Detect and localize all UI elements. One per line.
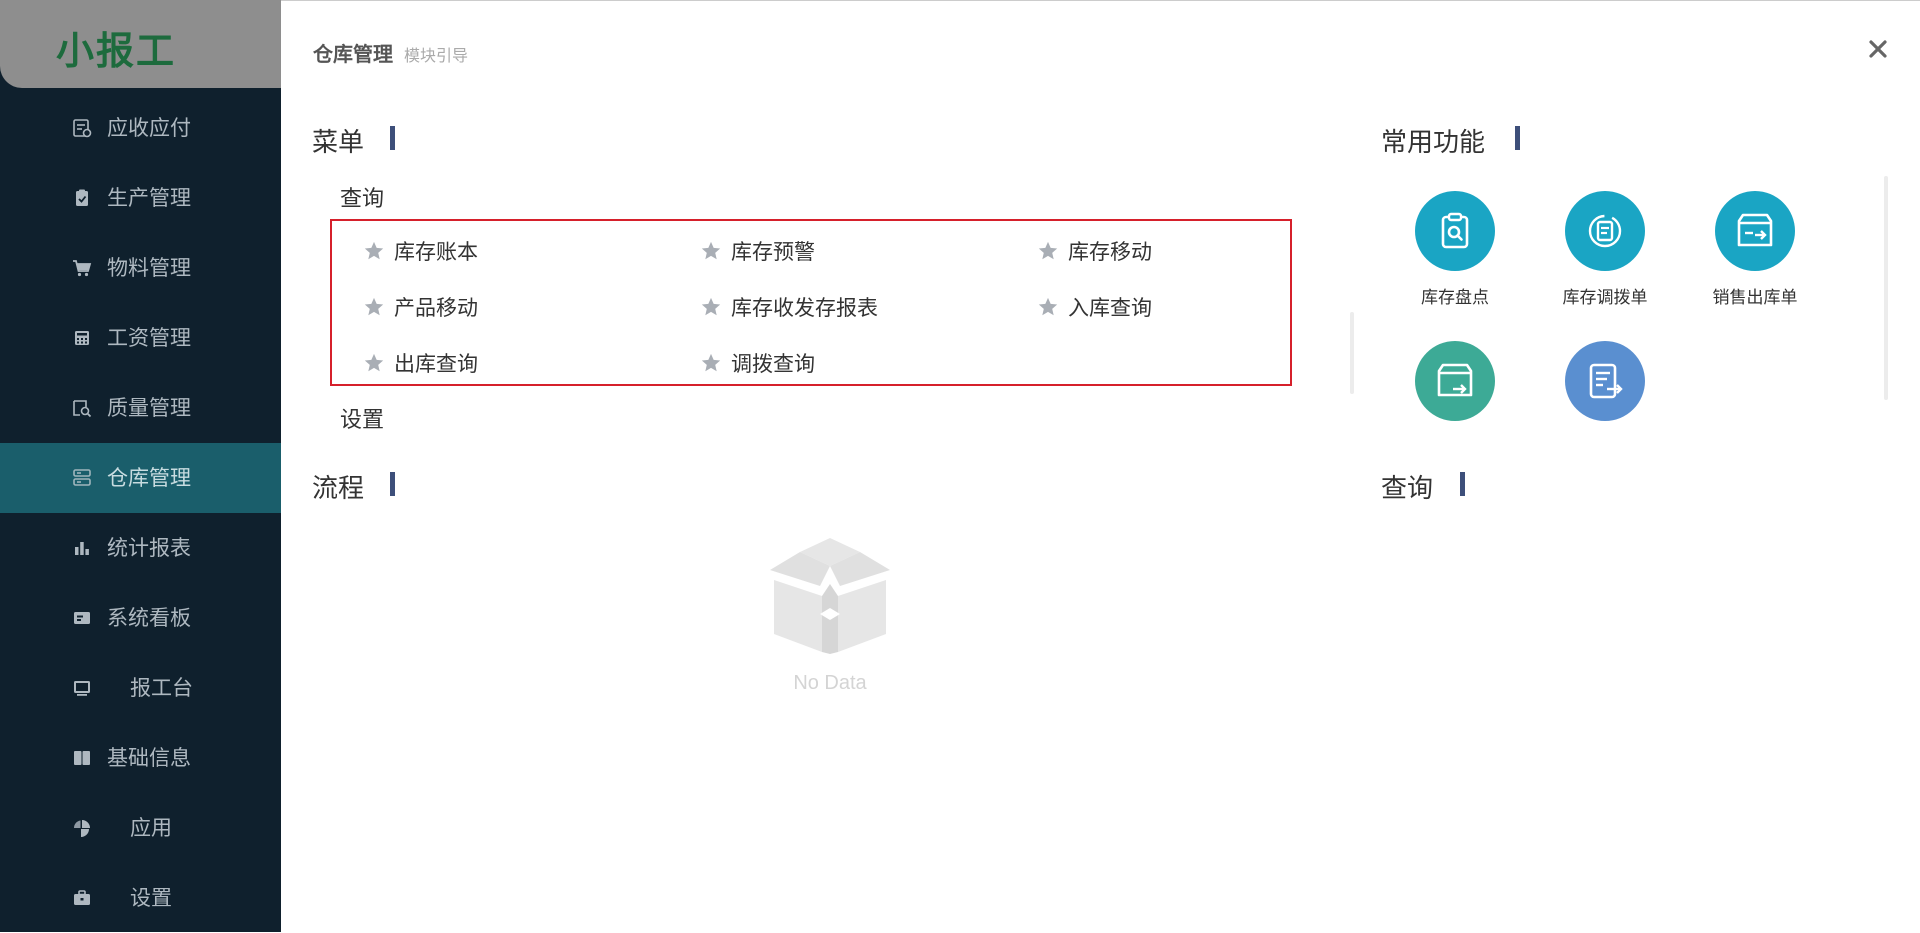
menu-item-transfer-query[interactable]: 调拨查询 xyxy=(700,348,815,378)
sidebar-item-label: 应用 xyxy=(130,816,172,840)
common-section-title: 常用功能 xyxy=(1381,128,1486,158)
sidebar-item-label: 报工台 xyxy=(130,676,193,700)
menu-item-label: 库存移动 xyxy=(1068,240,1152,264)
apps-icon xyxy=(73,820,90,837)
sidebar-item-warehouse[interactable]: 仓库管理 xyxy=(0,443,281,513)
menu-item-label: 出库查询 xyxy=(394,352,478,376)
menu-item-label: 库存账本 xyxy=(394,240,478,264)
sidebar-item-label: 生产管理 xyxy=(107,186,191,210)
logo-area[interactable]: 小报工 xyxy=(0,0,281,88)
inspection-icon xyxy=(73,400,92,418)
section-bar xyxy=(390,472,395,496)
sidebar-item-reports[interactable]: 统计报表 xyxy=(0,513,281,583)
page-title: 仓库管理 xyxy=(313,42,393,66)
settings-group-label: 设置 xyxy=(340,408,385,433)
sidebar: 小报工 应收应付 生产管理 物料管理 工资管理 质量管理 仓库管理 统计报表 系… xyxy=(0,0,281,932)
star-icon[interactable] xyxy=(363,296,385,318)
top-divider xyxy=(281,0,1920,1)
empty-text: No Data xyxy=(793,672,867,694)
menu-item-label: 产品移动 xyxy=(394,296,478,320)
sidebar-item-label: 基础信息 xyxy=(107,746,191,770)
menu-section-title: 菜单 xyxy=(312,128,365,158)
inventory-check-icon[interactable] xyxy=(1415,191,1495,271)
star-icon[interactable] xyxy=(1037,240,1059,262)
common-item-document-export[interactable] xyxy=(1540,341,1670,433)
menu-item-label: 库存收发存报表 xyxy=(731,296,878,320)
receivable-icon xyxy=(73,119,92,138)
sidebar-item-dashboard[interactable]: 系统看板 xyxy=(0,583,281,653)
transfer-order-icon[interactable] xyxy=(1565,191,1645,271)
menu-item-stock-ledger[interactable]: 库存账本 xyxy=(363,236,478,266)
section-bar xyxy=(1515,126,1520,150)
menu-item-outbound-query[interactable]: 出库查询 xyxy=(363,348,478,378)
box-outbound-icon[interactable] xyxy=(1415,341,1495,421)
menu-item-stock-report[interactable]: 库存收发存报表 xyxy=(700,292,878,322)
common-item-label: 库存调拨单 xyxy=(1562,288,1648,308)
query-section-title: 查询 xyxy=(1381,474,1434,504)
book-icon xyxy=(74,751,90,765)
close-icon[interactable] xyxy=(1866,37,1890,61)
document-export-icon[interactable] xyxy=(1565,341,1645,421)
sidebar-item-label: 物料管理 xyxy=(107,256,191,280)
sales-outbound-icon[interactable] xyxy=(1715,191,1795,271)
warehouse-icon xyxy=(73,469,91,486)
calculator-icon xyxy=(75,331,89,345)
menu-scrollbar[interactable] xyxy=(1350,312,1354,394)
dashboard-card-icon xyxy=(74,612,90,624)
sidebar-item-label: 仓库管理 xyxy=(107,466,191,490)
menu-item-stock-move[interactable]: 库存移动 xyxy=(1037,236,1152,266)
star-icon[interactable] xyxy=(700,296,722,318)
logo: 小报工 xyxy=(56,29,177,73)
sidebar-nav: 应收应付 生产管理 物料管理 工资管理 质量管理 仓库管理 统计报表 系统看板 xyxy=(0,93,281,933)
menu-item-stock-warning[interactable]: 库存预警 xyxy=(700,236,815,266)
common-item-sales-outbound[interactable]: 销售出库单 xyxy=(1690,191,1820,308)
common-item-box-outbound[interactable] xyxy=(1390,341,1520,433)
common-scrollbar[interactable] xyxy=(1884,176,1888,400)
menu-item-label: 库存预警 xyxy=(731,240,815,264)
common-item-label: 销售出库单 xyxy=(1712,288,1798,308)
sidebar-item-basic-info[interactable]: 基础信息 xyxy=(0,723,281,793)
section-bar xyxy=(1460,472,1465,496)
sidebar-item-label: 系统看板 xyxy=(107,606,191,630)
star-icon[interactable] xyxy=(700,240,722,262)
menu-item-label: 入库查询 xyxy=(1068,296,1152,320)
page-subtitle: 模块引导 xyxy=(404,46,469,65)
section-bar xyxy=(390,126,395,150)
star-icon[interactable] xyxy=(700,352,722,374)
menu-item-label: 调拨查询 xyxy=(731,352,815,376)
sidebar-item-label: 设置 xyxy=(130,886,172,910)
common-item-inventory-check[interactable]: 库存盘点 xyxy=(1390,191,1520,308)
flow-section-title: 流程 xyxy=(312,474,365,504)
menu-item-product-move[interactable]: 产品移动 xyxy=(363,292,478,322)
query-group-label: 查询 xyxy=(340,187,385,212)
star-icon[interactable] xyxy=(363,352,385,374)
sidebar-item-label: 工资管理 xyxy=(107,326,191,350)
sidebar-item-material[interactable]: 物料管理 xyxy=(0,233,281,303)
empty-box-icon xyxy=(770,538,890,654)
cart-icon xyxy=(73,260,92,277)
star-icon[interactable] xyxy=(1037,296,1059,318)
sidebar-item-apps[interactable]: 应用 xyxy=(0,793,281,863)
sidebar-item-label: 应收应付 xyxy=(107,116,191,140)
menu-item-inbound-query[interactable]: 入库查询 xyxy=(1037,292,1152,322)
sidebar-item-label: 统计报表 xyxy=(107,536,191,560)
common-item-transfer-order[interactable]: 库存调拨单 xyxy=(1540,191,1670,308)
bar-chart-icon xyxy=(75,542,89,555)
common-item-label: 库存盘点 xyxy=(1421,288,1489,308)
clipboard-check-icon xyxy=(76,189,88,206)
star-icon[interactable] xyxy=(363,240,385,262)
sidebar-item-production[interactable]: 生产管理 xyxy=(0,163,281,233)
sidebar-item-quality[interactable]: 质量管理 xyxy=(0,373,281,443)
sidebar-item-salary[interactable]: 工资管理 xyxy=(0,303,281,373)
sidebar-item-work-report[interactable]: 报工台 xyxy=(0,653,281,723)
sidebar-item-settings[interactable]: 设置 xyxy=(0,863,281,933)
toolbox-icon xyxy=(74,890,90,905)
monitor-icon xyxy=(74,681,90,696)
sidebar-item-receivable[interactable]: 应收应付 xyxy=(0,93,281,163)
sidebar-item-label: 质量管理 xyxy=(107,396,191,420)
